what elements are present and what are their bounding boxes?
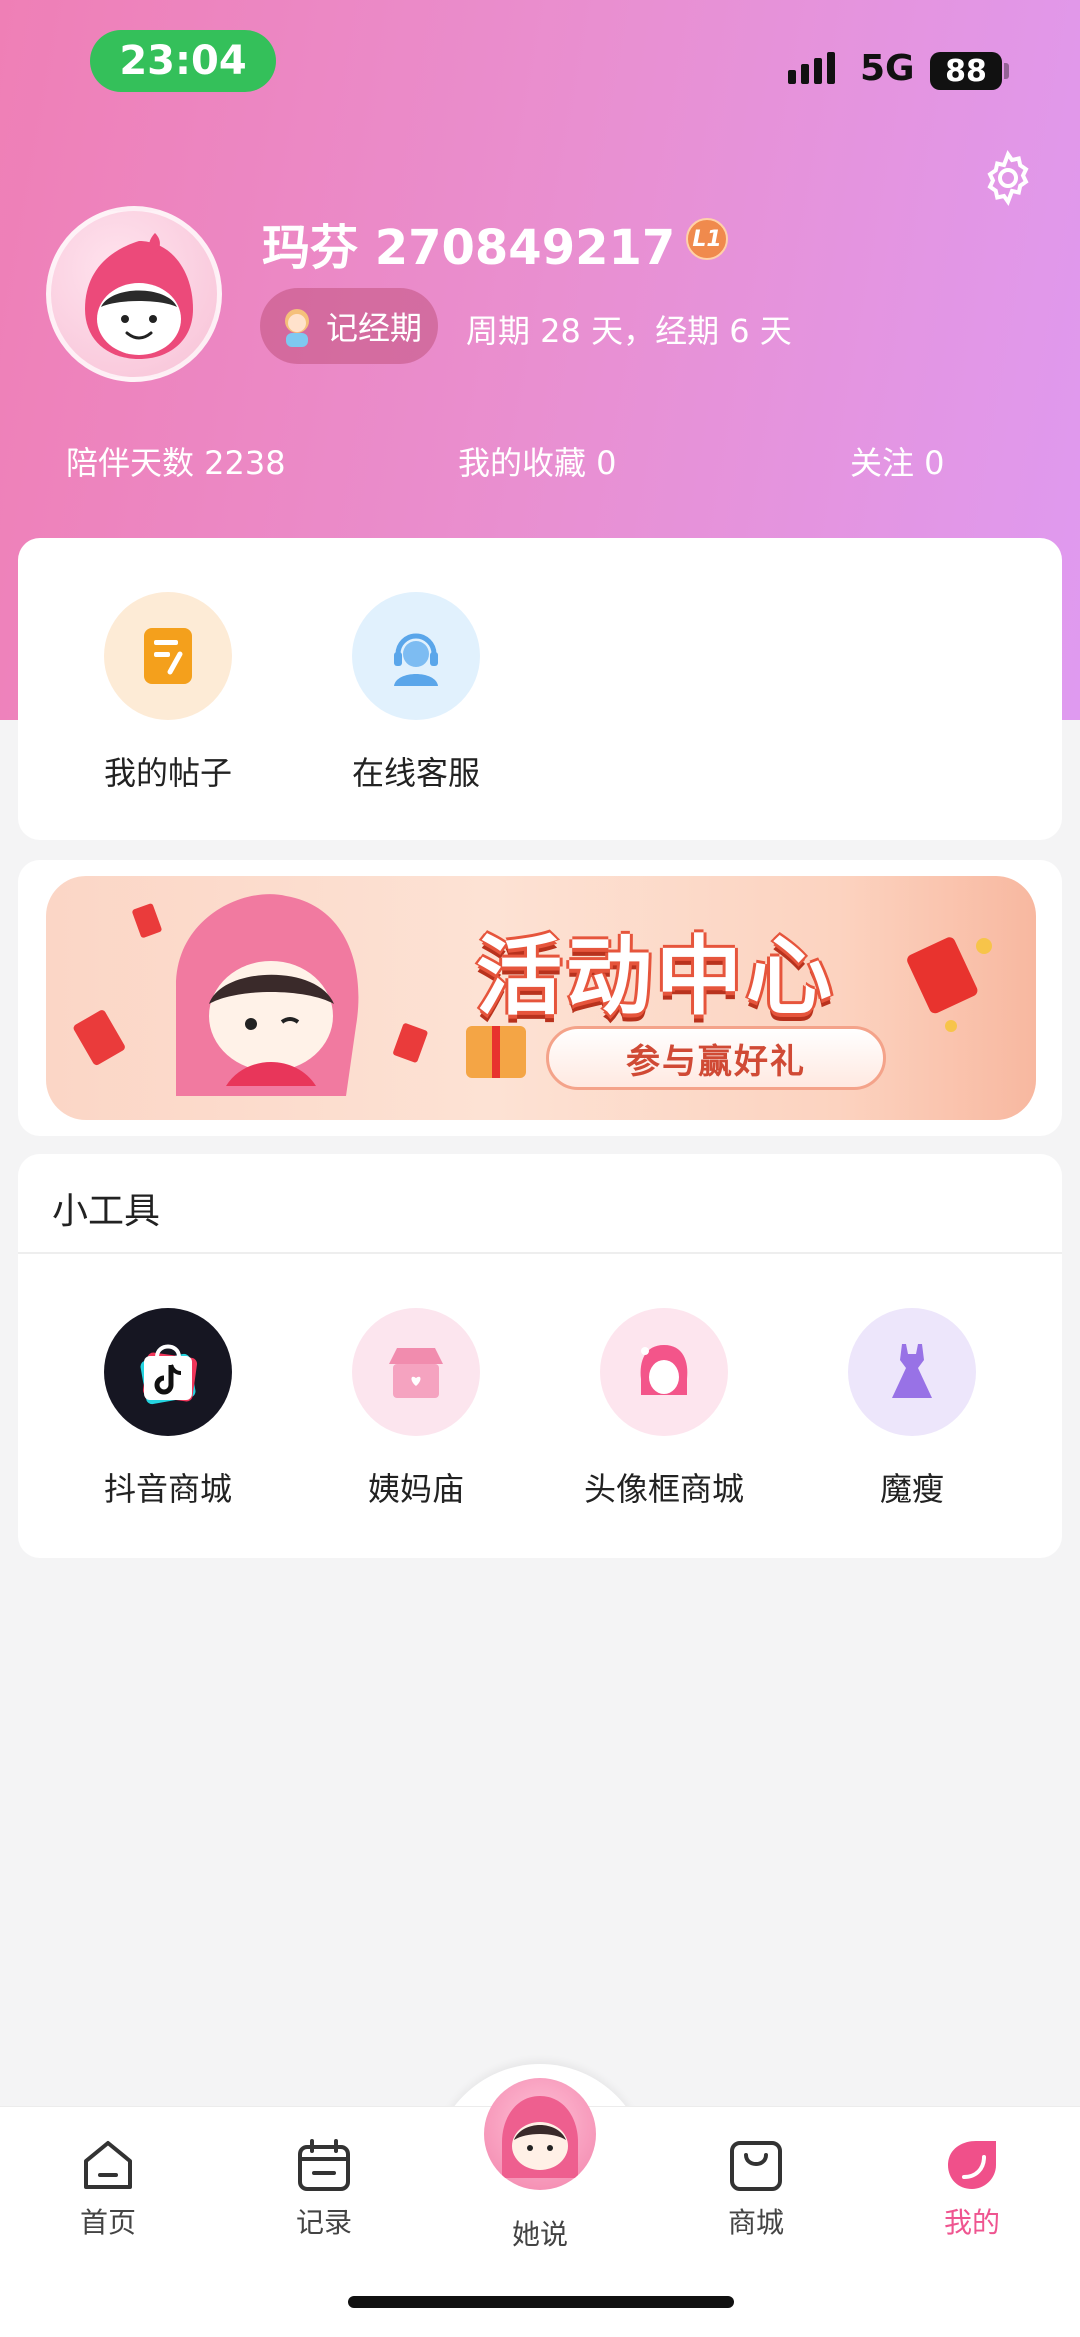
activity-center-banner[interactable]: 活动中心 参与赢好礼 <box>46 876 1036 1120</box>
girl-icon <box>285 309 309 347</box>
profile-icon <box>948 2141 996 2189</box>
following-stat[interactable]: 关注 0 <box>850 438 945 484</box>
nav-mine-label: 我的 <box>943 2206 1000 2239</box>
tools-divider <box>18 1252 1062 1254</box>
banner-title: 活动中心 <box>476 927 836 1027</box>
cellular-signal-icon <box>788 52 835 84</box>
calendar-icon <box>298 2139 350 2191</box>
nav-record-label: 记录 <box>295 2206 352 2239</box>
tool-moshou-label: 魔瘦 <box>879 1470 944 1508</box>
nav-she-says-avatar[interactable] <box>484 2078 596 2190</box>
nav-mall[interactable]: 商城 <box>676 2135 836 2241</box>
tools-card: 小工具 抖音商城 姨妈庙 头像框商城 魔瘦 <box>18 1154 1062 1558</box>
activity-banner-card: 活动中心 参与赢好礼 <box>18 860 1062 1136</box>
battery-icon: 88 <box>930 52 1002 90</box>
cycle-info: 周期 28 天，经期 6 天 <box>466 312 792 350</box>
tool-avatar-frame-mall-label: 头像框商城 <box>583 1470 744 1508</box>
record-period-button[interactable]: 记经期 <box>260 288 438 364</box>
nav-she-says[interactable]: 她说 <box>460 2207 620 2253</box>
nav-mall-label: 商城 <box>727 2206 784 2239</box>
note-edit-icon <box>104 592 232 720</box>
nav-she-says-label: 她说 <box>511 2218 568 2251</box>
shopping-bag-icon <box>730 2141 782 2191</box>
level-badge: L1 <box>686 218 728 260</box>
online-service-label: 在线客服 <box>351 754 480 792</box>
temple-icon <box>352 1308 480 1436</box>
battery-level: 88 <box>945 53 987 89</box>
username: 玛芬 270849217 <box>262 220 676 276</box>
my-posts-label: 我的帖子 <box>103 754 232 792</box>
home-icon <box>84 2141 132 2189</box>
nav-home-label: 首页 <box>79 2206 136 2239</box>
banner-subtitle: 参与赢好礼 <box>546 1026 886 1090</box>
companion-days-stat[interactable]: 陪伴天数 2238 <box>66 438 286 484</box>
dress-icon <box>848 1308 976 1436</box>
shortcuts-card: 我的帖子 在线客服 <box>18 538 1062 840</box>
tool-temple-label: 姨妈庙 <box>367 1470 464 1508</box>
mascot-avatar-icon <box>502 2096 578 2178</box>
douyin-mall-icon <box>104 1308 232 1436</box>
user-avatar[interactable] <box>46 206 222 382</box>
status-time: 23:04 <box>90 30 276 92</box>
network-type: 5G <box>860 48 915 89</box>
record-period-label: 记经期 <box>326 309 423 347</box>
home-indicator <box>348 2296 734 2308</box>
tool-douyin-mall-label: 抖音商城 <box>103 1470 232 1508</box>
customer-service-icon <box>352 592 480 720</box>
avatar-frame-icon <box>600 1308 728 1436</box>
nav-home[interactable]: 首页 <box>28 2135 188 2241</box>
tools-title: 小工具 <box>52 1191 161 1232</box>
nav-record[interactable]: 记录 <box>244 2135 404 2241</box>
favorites-stat[interactable]: 我的收藏 0 <box>458 438 617 484</box>
battery-tip <box>1004 63 1009 79</box>
gear-icon[interactable] <box>978 148 1038 208</box>
nav-mine[interactable]: 我的 <box>892 2135 1052 2241</box>
